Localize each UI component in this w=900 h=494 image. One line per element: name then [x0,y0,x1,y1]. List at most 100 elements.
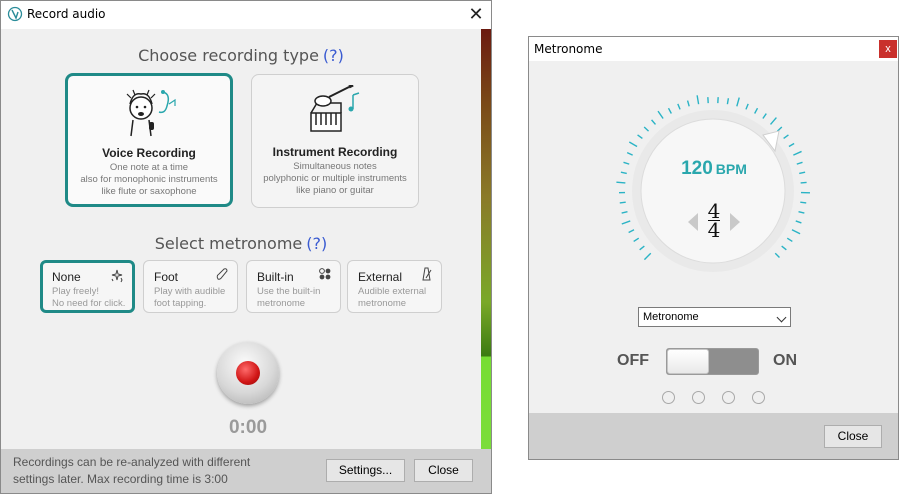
dial-tick [643,126,650,132]
metronome-option-built-in-label: Built-in [257,270,294,284]
footer-note: Recordings can be re-analyzed with diffe… [13,454,250,488]
metronome-option-built-in[interactable]: Built-in Use the built-in metronome [246,260,341,313]
dial-tick [796,161,803,165]
voice-desc-line-3: like flute or saxophone [101,186,197,197]
beat-indicator [692,391,705,404]
dial-tick [628,141,638,148]
dial-tick [633,237,640,243]
instrument-desc-line-3: like piano or guitar [296,185,374,196]
metronome-option-none-desc: Play freely! No need for click. [52,286,125,310]
metronome-option-external-label: External [358,270,403,284]
metronome-window: Metronome x 120 BPM 4 4 Metronome OFF ON … [528,36,899,460]
dial-tick [791,229,801,235]
instrument-recording-card[interactable]: Instrument Recording Simultaneous notes … [251,74,419,208]
bpm-readout: 120 BPM [669,158,759,180]
none-desc-line-1: Play freely! [52,286,99,297]
metronome-icon [422,267,432,281]
time-signature: 4 4 [684,201,744,241]
metronome-window-title: Metronome [534,42,603,56]
dial-tick [769,117,777,125]
metronome-option-foot[interactable]: Foot Play with audible foot tapping. [143,260,238,313]
record-dot-icon [236,361,260,385]
metronome-footer: Close [529,413,898,459]
dial-tick [726,98,730,105]
record-audio-titlebar: Record audio ✕ [1,1,491,29]
dial-tick [795,220,802,224]
dial-tick [736,97,740,107]
dial-tick [745,103,749,110]
guitar-piano-icon [310,85,360,132]
app-logo-icon [7,6,23,22]
tempo-dial[interactable] [613,91,813,291]
bpm-value: 120 [681,158,713,179]
metronome-titlebar: Metronome x [529,37,898,61]
recording-type-heading-text: Choose recording type [138,46,319,65]
record-audio-window: Record audio ✕ Choose recording type (?) … [0,0,492,494]
metronome-sound-select[interactable]: Metronome [638,307,791,327]
built-in-desc-line-1: Use the built-in [257,286,321,297]
dial-tick [786,237,793,243]
footer-note-line-1: Recordings can be re-analyzed with diffe… [13,455,251,469]
window-title: Record audio [27,7,106,21]
dial-tick [643,252,652,261]
record-button[interactable] [217,342,279,404]
settings-button[interactable]: Settings... [326,459,405,482]
external-desc-line-1: Audible external [358,286,427,297]
dial-tick [781,245,787,251]
instrument-recording-description: Simultaneous notes polyphonic or multipl… [252,161,418,197]
dial-tick [677,103,681,110]
toggle-knob [667,349,709,374]
metronome-option-external[interactable]: External Audible external metronome [347,260,442,313]
metronome-option-foot-label: Foot [154,270,179,284]
window-close-button[interactable]: ✕ [465,4,487,24]
chevron-down-icon [776,312,787,323]
metronome-option-foot-desc: Play with audible foot tapping. [154,286,225,310]
recording-type-heading: Choose recording type (?) [1,46,481,65]
instrument-recording-title: Instrument Recording [272,145,398,159]
record-close-button[interactable]: Close [414,459,473,482]
dial-tick [637,134,643,140]
record-audio-footer: Recordings can be re-analyzed with diffe… [1,449,491,493]
dial-tick [800,201,807,204]
beat-indicator [752,391,765,404]
time-signature-next-arrow-icon[interactable] [730,213,740,231]
foot-desc-line-1: Play with audible [154,286,226,297]
dial-tick [793,150,802,156]
dial-tick [619,201,626,204]
input-level-meter [481,29,491,449]
dial-tick [800,181,807,184]
toggle-off-label: OFF [617,352,649,369]
dial-tick [686,100,690,107]
dial-tick [762,113,767,119]
metronome-option-external-desc: Audible external metronome [358,286,426,310]
recording-type-help-link[interactable]: (?) [323,46,344,65]
metronome-sound-select-value: Metronome [643,311,699,323]
dial-tick [696,95,700,105]
metronome-on-off-toggle[interactable] [666,348,759,375]
dial-tick [620,171,627,175]
dial-tick [776,126,783,132]
dial-tick [754,107,759,114]
metronome-window-close-button[interactable]: x [879,40,897,58]
sparkle-icon [111,269,123,283]
dial-tick [667,107,672,114]
dial-tick [623,161,630,165]
bpm-unit: BPM [715,161,747,177]
dial-tick [651,119,657,125]
dial-tick [616,181,626,184]
metronome-help-link[interactable]: (?) [306,234,327,253]
voice-desc-line-2: also for monophonic instruments [80,174,218,185]
beat-indicator [662,391,675,404]
voice-recording-title: Voice Recording [102,146,196,160]
metronome-option-built-in-desc: Use the built-in metronome [257,286,320,310]
external-desc-line-2: metronome [358,298,407,309]
metronome-option-none[interactable]: None Play freely! No need for click. [40,260,135,313]
dial-tick [798,211,805,214]
metronome-close-button[interactable]: Close [824,425,882,448]
voice-recording-card[interactable]: Voice Recording One note at a time also … [65,73,233,207]
dots-icon [319,268,331,280]
dial-tick [628,229,635,234]
dial-tick [621,220,631,225]
footer-note-line-2: settings later. Max recording time is 3:… [13,472,228,486]
dial-tick [788,142,795,148]
